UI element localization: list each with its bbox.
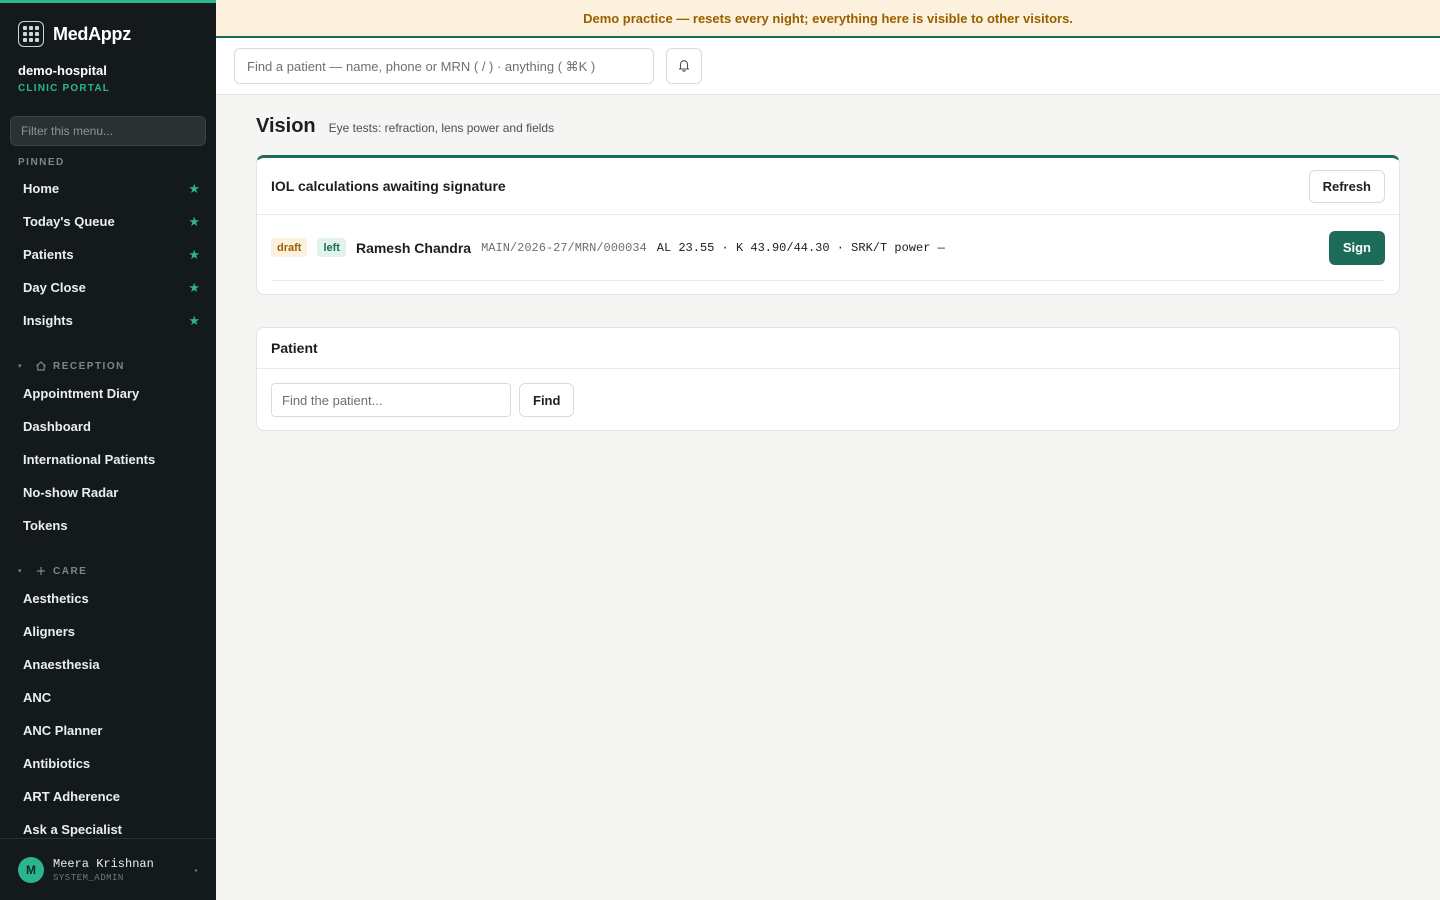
plus-icon bbox=[34, 564, 48, 578]
sidebar-item-label: Anaesthesia bbox=[23, 657, 100, 672]
star-icon[interactable]: ★ bbox=[188, 280, 200, 296]
care-group-header[interactable]: ▾ CARE bbox=[0, 562, 216, 580]
user-info: Meera Krishnan SYSTEM_ADMIN bbox=[53, 857, 154, 883]
demo-banner-text: Demo practice — resets every night; ever… bbox=[583, 10, 1073, 26]
card-header: Patient bbox=[257, 328, 1399, 369]
sidebar-item-art-adherence[interactable]: ART Adherence bbox=[0, 780, 216, 813]
patient-mrn: MAIN/2026-27/MRN/000034 bbox=[481, 240, 647, 255]
sidebar-item-patients[interactable]: Patients ★ bbox=[0, 238, 216, 271]
find-button[interactable]: Find bbox=[519, 383, 575, 417]
sidebar: MedAppz demo-hospital CLINIC PORTAL PINN… bbox=[0, 0, 216, 900]
status-badge: draft bbox=[271, 238, 308, 257]
sidebar-item-label: Insights bbox=[23, 313, 73, 328]
caret-down-icon: ▾ bbox=[18, 568, 24, 575]
menu-filter-input[interactable] bbox=[10, 116, 206, 146]
page-header: Vision Eye tests: refraction, lens power… bbox=[256, 115, 554, 138]
user-role: SYSTEM_ADMIN bbox=[53, 872, 124, 883]
org-subtitle: CLINIC PORTAL bbox=[18, 83, 111, 94]
avatar: M bbox=[18, 856, 44, 883]
patient-find-input[interactable] bbox=[271, 383, 511, 417]
caret-icon[interactable]: ▸ bbox=[195, 867, 198, 874]
sidebar-item-anaesthesia[interactable]: Anaesthesia bbox=[0, 648, 216, 681]
sidebar-item-label: Appointment Diary bbox=[23, 386, 140, 401]
sidebar-item-antibiotics[interactable]: Antibiotics bbox=[0, 747, 216, 780]
sidebar-item-label: ART Adherence bbox=[23, 789, 121, 804]
star-icon[interactable]: ★ bbox=[188, 247, 200, 263]
brand-name: MedAppz bbox=[53, 23, 131, 44]
sidebar-item-label: ANC bbox=[23, 690, 52, 705]
sidebar-item-label: Home bbox=[23, 181, 60, 196]
sidebar-item-ask-a-specialist[interactable]: Ask a Specialist bbox=[0, 813, 216, 841]
sidebar-item-no-show-radar[interactable]: No-show Radar bbox=[0, 476, 216, 509]
home-icon bbox=[34, 359, 48, 373]
care-label: CARE bbox=[53, 565, 88, 577]
org-name: demo-hospital bbox=[18, 63, 107, 78]
sidebar-item-day-close[interactable]: Day Close ★ bbox=[0, 271, 216, 304]
sidebar-item-international-patients[interactable]: International Patients bbox=[0, 443, 216, 476]
grid-logo-icon bbox=[18, 21, 44, 47]
star-icon[interactable]: ★ bbox=[188, 313, 200, 329]
sidebar-item-label: Dashboard bbox=[23, 419, 91, 434]
sidebar-item-label: Tokens bbox=[23, 518, 68, 533]
bell-icon bbox=[677, 58, 691, 75]
eye-side-badge: left bbox=[317, 238, 346, 257]
sidebar-item-anc-planner[interactable]: ANC Planner bbox=[0, 714, 216, 747]
sidebar-item-label: International Patients bbox=[23, 452, 156, 467]
menu-scroll[interactable]: PINNED Home ★ Today's Queue ★ Patients ★ Da… bbox=[0, 153, 216, 841]
sidebar-item-label: Ask a Specialist bbox=[23, 822, 122, 837]
iol-measurements: AL 23.55 · K 43.90/44.30 · SRK/T power — bbox=[656, 240, 945, 255]
star-icon[interactable]: ★ bbox=[188, 214, 200, 230]
pinned-list: Home ★ Today's Queue ★ Patients ★ Day Close… bbox=[0, 172, 216, 337]
iol-row: draft left Ramesh Chandra MAIN/2026-27/M… bbox=[271, 215, 1385, 281]
sidebar-item-label: Aligners bbox=[23, 624, 76, 639]
sidebar-item-appointment-diary[interactable]: Appointment Diary bbox=[0, 377, 216, 410]
sidebar-item-label: No-show Radar bbox=[23, 485, 119, 500]
notifications-button[interactable] bbox=[666, 48, 702, 84]
card-header: IOL calculations awaiting signature Refr… bbox=[257, 158, 1399, 215]
sidebar-item-label: Aesthetics bbox=[23, 591, 89, 606]
demo-banner: Demo practice — resets every night; ever… bbox=[216, 0, 1440, 38]
page-title: Vision bbox=[256, 115, 316, 137]
reception-list: Appointment Diary Dashboard Internationa… bbox=[0, 377, 216, 542]
patient-name: Ramesh Chandra bbox=[355, 239, 472, 256]
sidebar-item-aligners[interactable]: Aligners bbox=[0, 615, 216, 648]
sidebar-item-label: Antibiotics bbox=[23, 756, 91, 771]
sidebar-item-aesthetics[interactable]: Aesthetics bbox=[0, 582, 216, 615]
patient-search-input[interactable] bbox=[234, 48, 654, 84]
caret-down-icon: ▾ bbox=[18, 363, 24, 370]
sidebar-item-label: Day Close bbox=[23, 280, 86, 295]
sidebar-item-dashboard[interactable]: Dashboard bbox=[0, 410, 216, 443]
iol-calculations-card: IOL calculations awaiting signature Refr… bbox=[256, 155, 1400, 295]
star-icon[interactable]: ★ bbox=[188, 181, 200, 197]
reception-label: RECEPTION bbox=[53, 360, 125, 372]
reception-group-header[interactable]: ▾ RECEPTION bbox=[0, 357, 216, 375]
sidebar-item-insights[interactable]: Insights ★ bbox=[0, 304, 216, 337]
sidebar-item-tokens[interactable]: Tokens bbox=[0, 509, 216, 542]
top-header bbox=[216, 38, 1440, 95]
patient-card: Patient Find bbox=[256, 327, 1400, 431]
refresh-button[interactable]: Refresh bbox=[1308, 169, 1385, 203]
sidebar-item-label: Patients bbox=[23, 247, 74, 262]
patient-search-row: Find bbox=[257, 369, 1399, 431]
user-menu[interactable]: M Meera Krishnan SYSTEM_ADMIN ▸ bbox=[0, 838, 216, 900]
user-name: Meera Krishnan bbox=[53, 856, 154, 871]
sidebar-item-anc[interactable]: ANC bbox=[0, 681, 216, 714]
sidebar-item-label: Today's Queue bbox=[23, 214, 115, 229]
sidebar-item-home[interactable]: Home ★ bbox=[0, 172, 216, 205]
card-title: IOL calculations awaiting signature bbox=[271, 178, 506, 194]
card-title: Patient bbox=[271, 340, 318, 356]
care-list: Aesthetics Aligners Anaesthesia ANC ANC … bbox=[0, 582, 216, 841]
sign-button[interactable]: Sign bbox=[1328, 230, 1385, 265]
sidebar-item-label: ANC Planner bbox=[23, 723, 103, 738]
brand[interactable]: MedAppz bbox=[18, 20, 131, 48]
pinned-label: PINNED bbox=[18, 156, 65, 168]
page-description: Eye tests: refraction, lens power and fi… bbox=[328, 121, 555, 135]
sidebar-item-todays-queue[interactable]: Today's Queue ★ bbox=[0, 205, 216, 238]
